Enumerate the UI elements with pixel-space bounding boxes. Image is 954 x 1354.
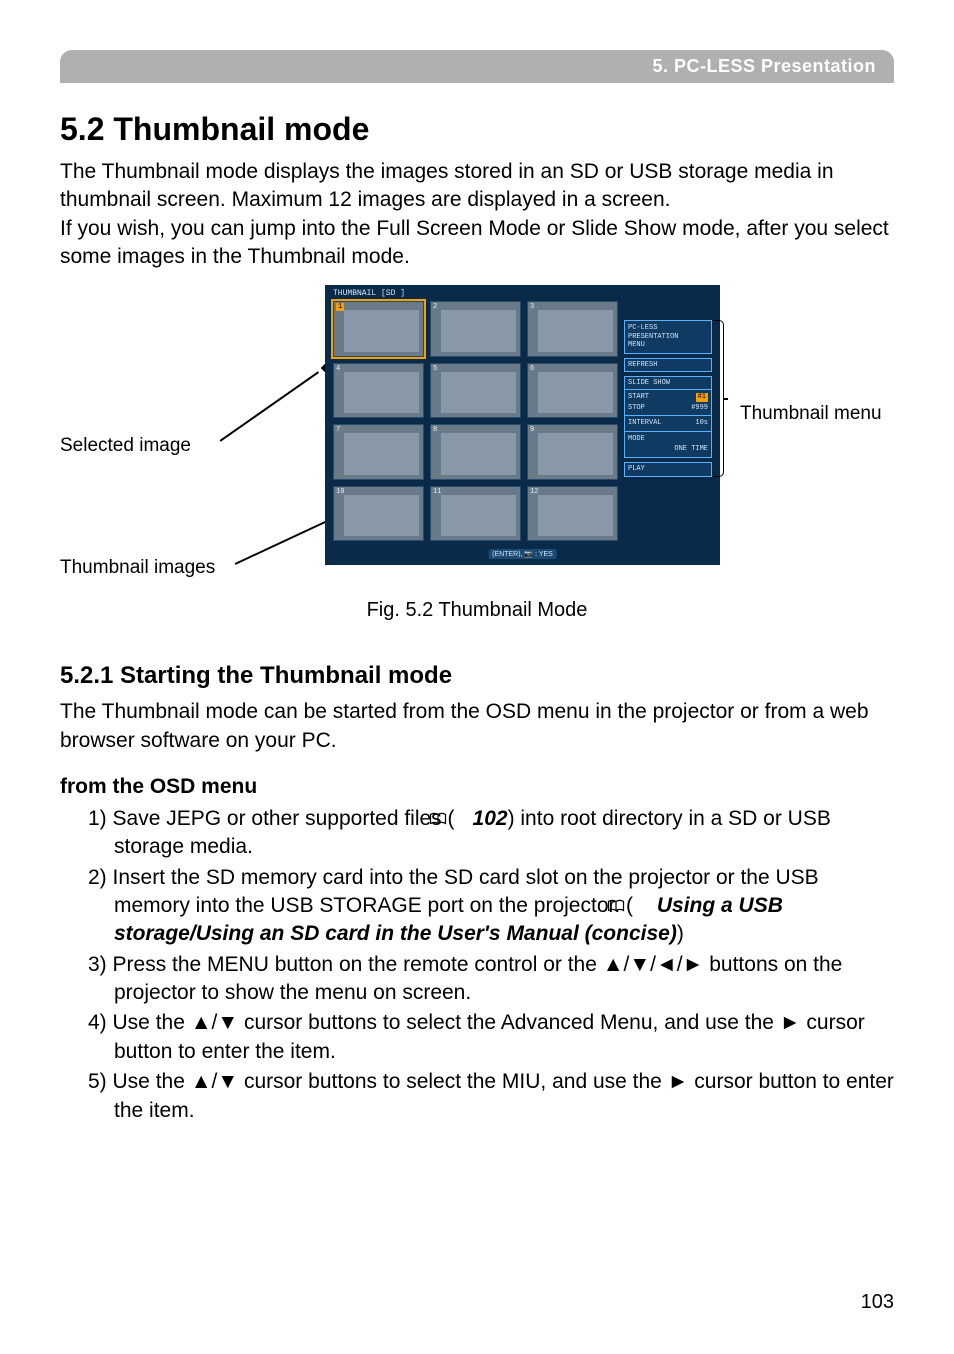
thumb-4[interactable]: 4 [333,363,424,419]
thumb-8[interactable]: 8 [430,424,521,480]
breadcrumb: 5. PC-LESS Presentation [60,50,894,83]
thumb-9[interactable]: 9 [527,424,618,480]
thumb-3[interactable]: 3 [527,301,618,357]
step-5: 5) Use the ▲/▼ cursor buttons to select … [88,1068,894,1125]
screen-title: THUMBNAIL [SD ] [333,289,405,298]
thumb-6[interactable]: 6 [527,363,618,419]
thumb-12[interactable]: 12 [527,486,618,542]
menu-row-mode-value: ONE TIME [628,444,708,454]
menu-refresh[interactable]: REFRESH [624,358,712,372]
screen-footer-hint: (ENTER), 📷 : YES [488,549,557,559]
callout-line [235,515,340,565]
callout-thumbnail-images: Thumbnail images [60,557,215,579]
callout-thumbnail-menu: Thumbnail menu [740,403,882,425]
menu-pcless[interactable]: PC-LESS PRESENTATION MENU [624,320,712,353]
menu-slideshow[interactable]: SLIDE SHOW START#1 STOP#999 INTERVAL10s … [624,376,712,458]
figure-5-2: Selected image Thumbnail images THUMBNAI… [60,285,894,595]
thumb-5[interactable]: 5 [430,363,521,419]
method-heading: from the OSD menu [60,775,894,799]
book-icon [633,893,651,907]
thumb-11[interactable]: 11 [430,486,521,542]
page-number: 103 [861,1291,894,1314]
callout-line [220,372,319,442]
step-2: 2) Insert the SD memory card into the SD… [88,864,894,949]
step-1: 1) Save JEPG or other supported files (1… [88,805,894,862]
osd-steps: 1) Save JEPG or other supported files (1… [60,805,894,1125]
figure-caption: Fig. 5.2 Thumbnail Mode [60,599,894,622]
thumb-10[interactable]: 10 [333,486,424,542]
callout-selected-image: Selected image [60,435,191,457]
section-intro: The Thumbnail mode displays the images s… [60,158,894,271]
thumb-2[interactable]: 2 [430,301,521,357]
menu-row-stop[interactable]: STOP#999 [628,403,708,413]
menu-row-mode[interactable]: MODE [628,434,708,444]
book-icon [455,806,473,820]
brace-icon [714,320,724,476]
thumb-7[interactable]: 7 [333,424,424,480]
menu-row-start[interactable]: START#1 [628,392,708,402]
menu-play[interactable]: PLAY [624,462,712,476]
subsection-intro: The Thumbnail mode can be started from t… [60,698,894,755]
step-3: 3) Press the MENU button on the remote c… [88,951,894,1008]
thumb-1[interactable]: 1 [333,301,424,357]
section-title: 5.2 Thumbnail mode [60,111,894,148]
thumbnail-side-menu: PC-LESS PRESENTATION MENU REFRESH SLIDE … [624,320,712,476]
thumbnail-screen: THUMBNAIL [SD ] 1 2 3 4 5 6 7 8 9 10 11 … [325,285,720,565]
step-4: 4) Use the ▲/▼ cursor buttons to select … [88,1009,894,1066]
thumb-grid: 1 2 3 4 5 6 7 8 9 10 11 12 [333,301,618,541]
subsection-title: 5.2.1 Starting the Thumbnail mode [60,662,894,690]
menu-row-interval[interactable]: INTERVAL10s [628,418,708,428]
